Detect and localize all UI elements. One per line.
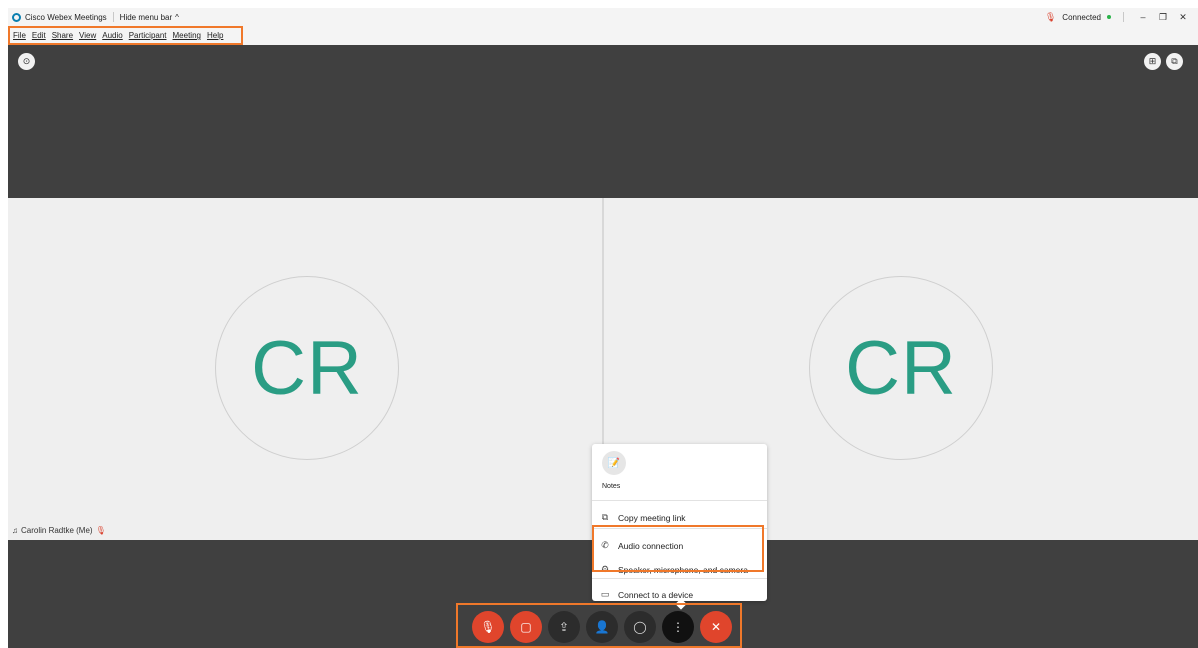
share-icon: ⇪ bbox=[558, 620, 570, 634]
webex-logo-icon bbox=[12, 12, 21, 22]
notes-button[interactable]: 📝 bbox=[602, 451, 626, 475]
more-options-button[interactable]: ⋮ bbox=[662, 611, 694, 643]
menu-bar-highlight bbox=[8, 26, 243, 45]
share-button[interactable]: ⇪ bbox=[548, 611, 580, 643]
leave-icon: ✕ bbox=[710, 620, 722, 634]
avatar: CR bbox=[215, 276, 399, 460]
more-icon: ⋮ bbox=[672, 620, 684, 634]
hide-menu-bar-button[interactable]: Hide menu bar ^ bbox=[120, 13, 179, 22]
chat-icon: ◯ bbox=[633, 620, 647, 634]
layout-icon[interactable]: ⊞ bbox=[1144, 53, 1161, 70]
notes-label: Notes bbox=[602, 483, 621, 490]
copy-meeting-link-item[interactable]: ⧉ Copy meeting link bbox=[600, 512, 686, 523]
leave-meeting-button[interactable]: ✕ bbox=[700, 611, 732, 643]
audio-device-icon: ♫ bbox=[12, 526, 18, 535]
cast-icon: ▭ bbox=[600, 589, 610, 599]
mic-muted-icon: 🎙 bbox=[480, 620, 496, 634]
video-tile-self[interactable]: CR ♫ Carolin Radtke (Me) 🎙 bbox=[8, 198, 602, 540]
status-dot-icon bbox=[1107, 15, 1111, 19]
participants-button[interactable]: 👤 bbox=[586, 611, 618, 643]
webex-window: Cisco Webex Meetings Hide menu bar ^ 🎙 C… bbox=[8, 8, 1198, 648]
hide-menu-bar-label: Hide menu bar bbox=[119, 12, 173, 22]
avatar: CR bbox=[809, 276, 993, 460]
menu-bar: File Edit Share View Audio Participant M… bbox=[8, 26, 1198, 45]
video-off-icon: ▢ bbox=[520, 620, 532, 634]
chevron-up-icon: ^ bbox=[175, 12, 179, 22]
popup-divider bbox=[592, 500, 767, 501]
title-right-group: 🎙 Connected – ❐ ✕ bbox=[1045, 12, 1198, 23]
title-bar: Cisco Webex Meetings Hide menu bar ^ 🎙 C… bbox=[8, 8, 1198, 26]
copy-meeting-link-label: Copy meeting link bbox=[618, 512, 686, 523]
popup-divider bbox=[592, 578, 767, 579]
mic-status-icon: 🎙 bbox=[1044, 11, 1057, 22]
muted-mic-icon: 🎙 bbox=[95, 526, 106, 535]
participants-icon: 👤 bbox=[594, 620, 610, 634]
meeting-controls: 🎙 ▢ ⇪ 👤 ◯ ⋮ ✕ bbox=[472, 611, 732, 643]
mute-button[interactable]: 🎙 bbox=[472, 611, 504, 643]
restore-button[interactable]: ❐ bbox=[1156, 12, 1170, 23]
connect-device-label: Connect to a device bbox=[618, 589, 694, 600]
stage-top: ⊙ ⊞ ⧉ bbox=[8, 45, 1198, 198]
copy-icon: ⧉ bbox=[601, 512, 609, 522]
title-separator bbox=[112, 12, 114, 22]
notes-icon: 📝 bbox=[607, 457, 621, 469]
stop-video-button[interactable]: ▢ bbox=[510, 611, 542, 643]
chat-button[interactable]: ◯ bbox=[624, 611, 656, 643]
app-title: Cisco Webex Meetings bbox=[25, 12, 107, 22]
close-window-button[interactable]: ✕ bbox=[1176, 12, 1190, 23]
self-name: Carolin Radtke (Me) bbox=[21, 526, 93, 535]
audio-settings-highlight bbox=[592, 525, 764, 572]
more-options-menu: 📝 Notes ⧉ Copy meeting link ✆ Audio conn… bbox=[592, 444, 767, 601]
minimize-button[interactable]: – bbox=[1136, 12, 1150, 22]
self-name-label: ♫ Carolin Radtke (Me) 🎙 bbox=[12, 526, 106, 535]
connection-status: Connected bbox=[1062, 12, 1101, 22]
title-separator-2 bbox=[1123, 12, 1124, 22]
info-icon[interactable]: ⊙ bbox=[18, 53, 35, 70]
pip-icon[interactable]: ⧉ bbox=[1166, 53, 1183, 70]
